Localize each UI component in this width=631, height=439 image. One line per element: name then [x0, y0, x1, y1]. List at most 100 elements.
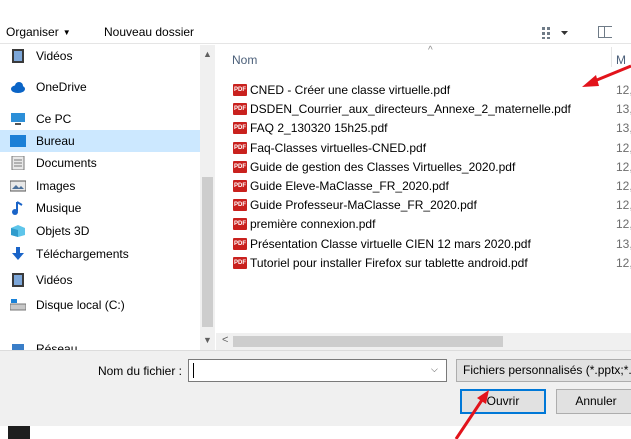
scroll-up-icon[interactable]: ▲: [203, 49, 212, 59]
pdf-icon: PDF: [233, 256, 247, 269]
horizontal-scrollbar[interactable]: <: [216, 333, 631, 350]
file-row[interactable]: PDF DSDEN_Courrier_aux_directeurs_Annexe_…: [230, 100, 631, 118]
file-date: 12,: [616, 179, 631, 193]
drive-icon: [10, 299, 26, 311]
cloud-icon: [11, 82, 25, 93]
nav-item-music[interactable]: Musique: [0, 197, 200, 219]
file-name: DSDEN_Courrier_aux_directeurs_Annexe_2_m…: [250, 102, 571, 117]
file-row[interactable]: PDF FAQ 2_130320 15h25.pdf 13,: [230, 119, 631, 137]
nav-item-label: Vidéos: [36, 273, 73, 287]
nav-item-3d-objects[interactable]: Objets 3D: [0, 220, 200, 242]
file-row[interactable]: PDF Guide Eleve-MaClasse_FR_2020.pdf 12,: [230, 177, 631, 195]
filename-label: Nom du fichier :: [97, 364, 182, 378]
documents-folder-icon: [11, 156, 25, 170]
scroll-down-icon[interactable]: ▼: [203, 335, 212, 345]
nav-item-label: Ce PC: [36, 112, 72, 126]
horizontal-scroll-thumb[interactable]: [233, 336, 503, 347]
new-folder-button[interactable]: Nouveau dossier: [104, 24, 194, 40]
nav-item-network[interactable]: Réseau: [0, 338, 200, 350]
open-button[interactable]: Ouvrir: [460, 389, 546, 414]
file-name: FAQ 2_130320 15h25.pdf: [250, 121, 388, 136]
footer-strip: [0, 426, 631, 439]
file-row[interactable]: PDF Tutoriel pour installer Firefox sur t…: [230, 254, 631, 272]
pdf-icon: PDF: [233, 199, 247, 212]
pdf-icon: PDF: [233, 122, 247, 135]
file-name: Guide Eleve-MaClasse_FR_2020.pdf: [250, 179, 449, 193]
pdf-badge-label: PDF: [234, 183, 246, 189]
file-name: Faq-Classes virtuelles-CNED.pdf: [250, 140, 427, 155]
organize-button[interactable]: Organiser ▼: [6, 24, 71, 41]
nav-item-downloads[interactable]: Téléchargements: [0, 243, 200, 265]
navigation-pane: Vidéos OneDrive Ce PC Bureau Documents I…: [0, 45, 215, 350]
file-date: 12,: [616, 159, 631, 174]
footer-dark-block: [8, 426, 30, 439]
file-date: 12,: [616, 255, 631, 270]
nav-item-videos-2[interactable]: Vidéos: [0, 269, 200, 291]
file-date: 12,: [616, 217, 631, 232]
file-row[interactable]: PDF CNED - Créer une classe virtuelle.pdf…: [230, 81, 631, 99]
file-row[interactable]: PDF Faq-Classes virtuelles-CNED.pdf 12,: [230, 139, 631, 157]
scroll-left-icon[interactable]: <: [222, 334, 228, 346]
file-name: première connexion.pdf: [250, 217, 376, 232]
nav-item-images[interactable]: Images: [0, 175, 200, 197]
video-folder-icon: [12, 273, 24, 287]
nav-item-label: Réseau: [36, 342, 78, 350]
pdf-icon: PDF: [233, 141, 247, 154]
pdf-badge-label: PDF: [234, 221, 246, 228]
file-name: Guide Professeur-MaClasse_FR_2020.pdf: [250, 198, 477, 213]
nav-scrollbar[interactable]: ▲ ▼: [200, 45, 215, 350]
view-grid-icon: [542, 27, 568, 39]
file-date: 13,: [616, 236, 631, 251]
file-list: Nom ^ M PDF CNED - Créer une classe virtu…: [216, 45, 631, 335]
pdf-icon: PDF: [233, 180, 247, 192]
nav-item-local-disk[interactable]: Disque local (C:): [0, 294, 200, 316]
sort-up-icon: ^: [428, 45, 433, 56]
file-row[interactable]: PDF première connexion.pdf 12,: [230, 215, 631, 233]
nav-item-this-pc[interactable]: Ce PC: [0, 108, 200, 130]
nav-scroll-thumb[interactable]: [202, 177, 213, 327]
file-row[interactable]: PDF Présentation Classe virtuelle CIEN 12…: [230, 235, 631, 253]
nav-item-label: Images: [36, 179, 76, 193]
pdf-badge-label: PDF: [234, 259, 246, 266]
column-name-header[interactable]: Nom: [232, 53, 257, 67]
file-type-select[interactable]: Fichiers personnalisés (*.pptx;*.: [456, 359, 631, 382]
cancel-button[interactable]: Annuler: [556, 389, 631, 414]
pdf-badge-label: PDF: [234, 144, 246, 151]
nav-item-onedrive[interactable]: OneDrive: [0, 76, 200, 98]
column-divider[interactable]: [611, 47, 612, 67]
file-date: 13,: [616, 102, 631, 117]
toolbar: Organiser ▼ Nouveau dossier: [0, 0, 631, 44]
pdf-badge-label: PDF: [234, 106, 246, 113]
nav-item-label: Téléchargements: [36, 247, 129, 261]
nav-item-videos[interactable]: Vidéos: [0, 45, 200, 67]
column-modified-header[interactable]: M: [616, 53, 626, 67]
music-icon: [12, 201, 23, 215]
pdf-icon: PDF: [233, 237, 247, 250]
network-icon: [12, 344, 24, 350]
file-row[interactable]: PDF Guide Professeur-MaClasse_FR_2020.pdf…: [230, 196, 631, 214]
file-name: Présentation Classe virtuelle CIEN 12 ma…: [250, 236, 531, 251]
pdf-icon: PDF: [233, 218, 247, 231]
file-row[interactable]: PDF Guide de gestion des Classes Virtuell…: [230, 158, 631, 176]
nav-item-label: Musique: [36, 201, 82, 215]
video-folder-icon: [12, 49, 24, 63]
desktop-folder-icon: [10, 135, 26, 147]
text-caret: [193, 363, 194, 378]
chevron-down-icon[interactable]: ⌵: [431, 364, 438, 375]
nav-item-label: Objets 3D: [36, 224, 90, 238]
pdf-badge-label: PDF: [234, 240, 246, 247]
nav-item-documents[interactable]: Documents: [0, 152, 200, 174]
file-name: Guide de gestion des Classes Virtuelles_…: [250, 159, 516, 174]
filename-input[interactable]: ⌵: [188, 359, 447, 382]
file-date: 12,: [616, 83, 631, 97]
preview-pane-button[interactable]: [598, 26, 612, 38]
pdf-badge-label: PDF: [234, 125, 246, 132]
nav-item-desktop[interactable]: Bureau: [0, 130, 200, 152]
pdf-icon: PDF: [233, 160, 247, 173]
pdf-icon: PDF: [233, 84, 247, 96]
file-date: 12,: [616, 140, 631, 155]
view-options-button[interactable]: [541, 26, 571, 40]
nav-item-label: Bureau: [36, 134, 75, 148]
computer-icon: [11, 113, 25, 125]
nav-item-label: Documents: [36, 156, 97, 170]
